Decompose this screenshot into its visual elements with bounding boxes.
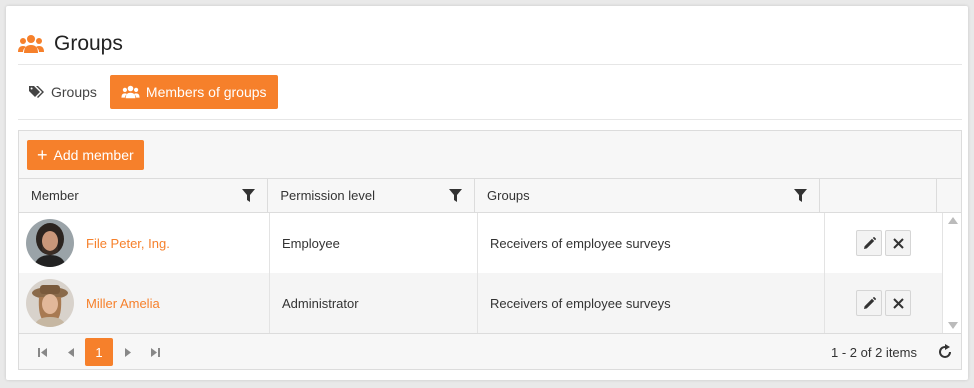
scroll-down-icon[interactable] — [948, 322, 958, 329]
add-member-label: Add member — [53, 147, 134, 163]
column-header-groups[interactable]: Groups — [475, 179, 820, 212]
members-grid: + Add member Member Permission level Gro… — [18, 130, 962, 370]
delete-button[interactable] — [885, 230, 911, 256]
add-member-button[interactable]: + Add member — [27, 140, 144, 170]
last-page-button[interactable] — [141, 338, 169, 366]
column-header-permission-level[interactable]: Permission level — [268, 179, 476, 212]
close-icon — [892, 237, 904, 249]
edit-button[interactable] — [856, 230, 882, 256]
vertical-scrollbar[interactable] — [945, 213, 961, 333]
first-page-icon — [38, 347, 48, 357]
member-link[interactable]: File Peter, Ing. — [86, 236, 170, 251]
member-link[interactable]: Miller Amelia — [86, 296, 160, 311]
plus-icon: + — [37, 145, 48, 165]
grid-header: Member Permission level Groups — [19, 178, 961, 213]
tab-groups-label: Groups — [51, 84, 97, 100]
actions-cell — [825, 273, 943, 333]
chevron-right-icon — [124, 347, 131, 357]
permission-cell: Administrator — [270, 273, 478, 333]
filter-icon[interactable] — [242, 188, 256, 203]
refresh-icon[interactable] — [937, 344, 953, 360]
page-title: Groups — [54, 32, 123, 55]
column-header-member[interactable]: Member — [19, 179, 269, 212]
avatar — [26, 279, 74, 327]
divider — [18, 64, 962, 65]
scrollbar-header-spacer — [937, 179, 961, 212]
member-cell: File Peter, Ing. — [19, 213, 270, 273]
permission-cell: Employee — [270, 213, 478, 273]
filter-icon[interactable] — [793, 188, 807, 203]
pencil-icon — [863, 296, 876, 310]
scroll-up-icon[interactable] — [948, 217, 958, 224]
users-icon — [18, 34, 44, 54]
chevron-left-icon — [67, 347, 75, 357]
tab-groups[interactable]: Groups — [18, 75, 108, 109]
column-header-label: Member — [31, 188, 79, 203]
last-page-icon — [150, 347, 160, 357]
column-header-label: Permission level — [280, 188, 376, 203]
page-header: Groups — [18, 30, 123, 58]
grid-toolbar: + Add member — [19, 131, 961, 178]
groups-cell: Receivers of employee surveys — [478, 213, 825, 273]
grid-body: File Peter, Ing. Employee Receivers of e… — [19, 213, 961, 333]
table-row[interactable]: Miller Amelia Administrator Receivers of… — [19, 273, 961, 333]
current-page-button[interactable]: 1 — [85, 338, 113, 366]
filter-icon[interactable] — [449, 188, 463, 203]
column-header-label: Groups — [487, 188, 530, 203]
users-icon — [121, 85, 140, 99]
column-header-actions — [820, 179, 938, 212]
previous-page-button[interactable] — [57, 338, 85, 366]
pager-info: 1 - 2 of 2 items — [831, 344, 917, 360]
close-icon — [892, 297, 904, 309]
tab-members-label: Members of groups — [145, 84, 267, 100]
avatar — [26, 219, 74, 267]
member-cell: Miller Amelia — [19, 273, 270, 333]
first-page-button[interactable] — [29, 338, 57, 366]
actions-cell — [825, 213, 943, 273]
table-row[interactable]: File Peter, Ing. Employee Receivers of e… — [19, 213, 961, 273]
groups-cell: Receivers of employee surveys — [478, 273, 825, 333]
edit-button[interactable] — [856, 290, 882, 316]
tab-members-of-groups[interactable]: Members of groups — [109, 75, 278, 109]
tab-bar: Groups Members of groups — [18, 75, 278, 109]
delete-button[interactable] — [885, 290, 911, 316]
tags-icon — [29, 85, 45, 99]
pager: 1 1 - 2 of 2 items — [19, 333, 961, 370]
divider — [18, 119, 962, 120]
next-page-button[interactable] — [113, 338, 141, 366]
pencil-icon — [863, 236, 876, 250]
groups-panel: Groups Groups Members of groups + Add me… — [6, 6, 968, 380]
